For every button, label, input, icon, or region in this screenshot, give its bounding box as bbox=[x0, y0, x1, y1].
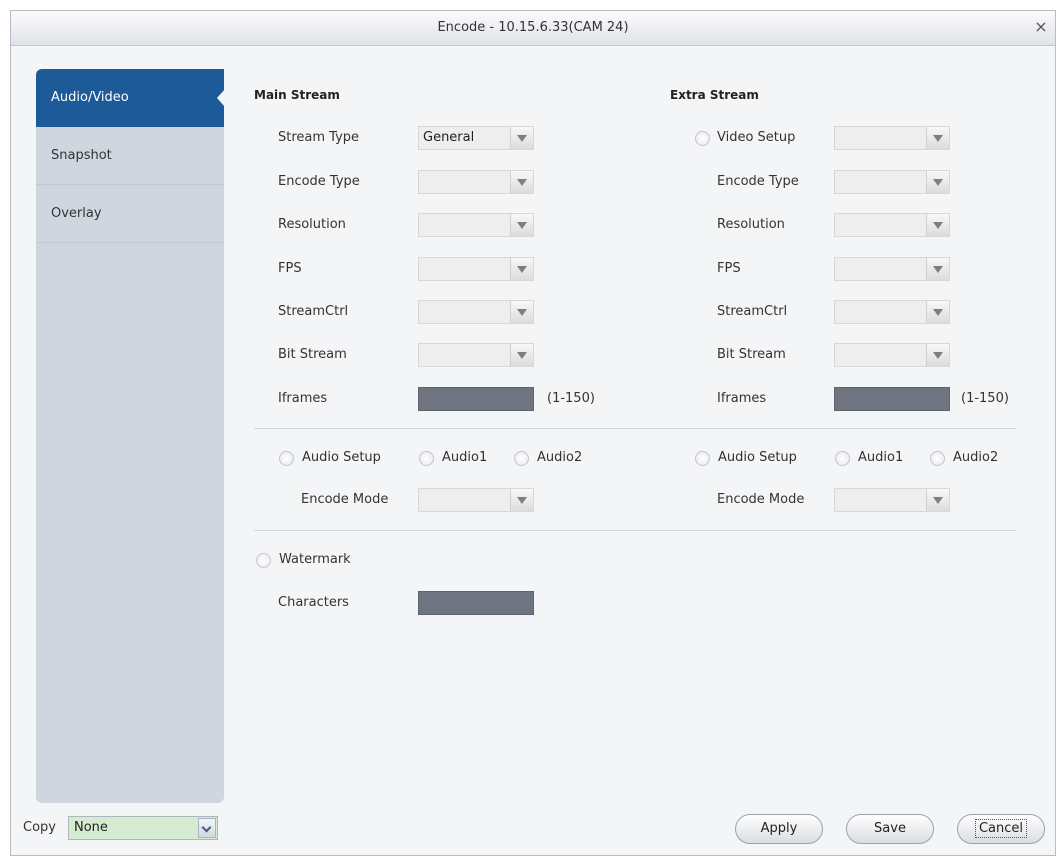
main-fps-select[interactable] bbox=[418, 257, 534, 281]
extra-video-setup-select[interactable] bbox=[834, 126, 950, 150]
main-bitstream-select[interactable] bbox=[418, 343, 534, 367]
main-encode-type-select[interactable] bbox=[418, 170, 534, 194]
extra-resolution-label: Resolution bbox=[717, 217, 785, 232]
cancel-button-label: Cancel bbox=[974, 819, 1028, 838]
extra-streamctrl-label: StreamCtrl bbox=[717, 304, 788, 319]
watermark-radio[interactable] bbox=[256, 553, 271, 568]
extra-video-setup-label: Video Setup bbox=[717, 130, 796, 145]
main-audio1-radio[interactable] bbox=[419, 451, 434, 466]
main-audio2-radio[interactable] bbox=[514, 451, 529, 466]
main-audio-setup-radio[interactable] bbox=[279, 451, 294, 466]
sidebar-item-snapshot[interactable]: Snapshot bbox=[36, 127, 224, 185]
main-audio2-label: Audio2 bbox=[537, 450, 583, 465]
main-stream-title: Main Stream bbox=[254, 88, 340, 102]
chevron-down-icon bbox=[926, 489, 949, 511]
characters-label: Characters bbox=[278, 595, 349, 610]
chevron-down-icon bbox=[926, 344, 949, 366]
extra-iframes-range: (1-150) bbox=[961, 391, 1009, 406]
chevron-down-icon bbox=[926, 258, 949, 280]
save-button[interactable]: Save bbox=[846, 814, 934, 844]
main-iframes-label: Iframes bbox=[278, 391, 328, 406]
extra-fps-select[interactable] bbox=[834, 257, 950, 281]
extra-encode-mode-label: Encode Mode bbox=[717, 492, 805, 507]
encode-dialog: Encode - 10.15.6.33(CAM 24) × Audio/Vide… bbox=[10, 10, 1056, 856]
chevron-down-icon bbox=[926, 171, 949, 193]
chevron-down-icon bbox=[510, 127, 533, 149]
extra-resolution-select[interactable] bbox=[834, 213, 950, 237]
sidebar-item-audio-video[interactable]: Audio/Video bbox=[36, 69, 225, 127]
extra-encode-type-label: Encode Type bbox=[717, 174, 799, 189]
main-iframes-range: (1-150) bbox=[547, 391, 595, 406]
extra-video-setup-radio[interactable] bbox=[695, 131, 710, 146]
apply-button[interactable]: Apply bbox=[735, 814, 823, 844]
main-stream-type-value: General bbox=[423, 130, 475, 145]
chevron-down-icon bbox=[926, 214, 949, 236]
extra-iframes-input[interactable] bbox=[834, 387, 950, 411]
chevron-down-icon bbox=[198, 818, 216, 838]
main-stream-type-label: Stream Type bbox=[278, 130, 360, 145]
extra-bitstream-label: Bit Stream bbox=[717, 347, 786, 362]
copy-label: Copy bbox=[23, 820, 56, 835]
chevron-down-icon bbox=[510, 214, 533, 236]
extra-audio2-radio[interactable] bbox=[930, 451, 945, 466]
chevron-down-icon bbox=[926, 301, 949, 323]
chevron-down-icon bbox=[510, 301, 533, 323]
chevron-down-icon bbox=[926, 127, 949, 149]
main-streamctrl-select[interactable] bbox=[418, 300, 534, 324]
extra-audio2-label: Audio2 bbox=[953, 450, 999, 465]
copy-value: None bbox=[74, 820, 108, 835]
extra-iframes-label: Iframes bbox=[717, 391, 767, 406]
main-audio1-label: Audio1 bbox=[442, 450, 488, 465]
extra-fps-label: FPS bbox=[717, 261, 741, 276]
divider bbox=[254, 530, 1016, 531]
extra-audio1-label: Audio1 bbox=[858, 450, 904, 465]
extra-bitstream-select[interactable] bbox=[834, 343, 950, 367]
extra-stream-title: Extra Stream bbox=[670, 88, 759, 102]
main-audio-setup-label: Audio Setup bbox=[302, 450, 381, 465]
sidebar: Audio/Video Snapshot Overlay bbox=[36, 69, 225, 803]
extra-encode-mode-select[interactable] bbox=[834, 488, 950, 512]
main-encode-mode-select[interactable] bbox=[418, 488, 534, 512]
extra-audio-setup-radio[interactable] bbox=[695, 451, 710, 466]
main-stream-type-select[interactable]: General bbox=[418, 126, 534, 150]
chevron-down-icon bbox=[510, 258, 533, 280]
chevron-down-icon bbox=[510, 171, 533, 193]
divider bbox=[254, 428, 1016, 429]
main-encode-type-label: Encode Type bbox=[278, 174, 360, 189]
extra-streamctrl-select[interactable] bbox=[834, 300, 950, 324]
title-bar: Encode - 10.15.6.33(CAM 24) × bbox=[11, 11, 1055, 46]
chevron-down-icon bbox=[510, 489, 533, 511]
main-resolution-label: Resolution bbox=[278, 217, 346, 232]
extra-encode-type-select[interactable] bbox=[834, 170, 950, 194]
main-iframes-input[interactable] bbox=[418, 387, 534, 411]
main-fps-label: FPS bbox=[278, 261, 302, 276]
main-encode-mode-label: Encode Mode bbox=[301, 492, 389, 507]
main-streamctrl-label: StreamCtrl bbox=[278, 304, 349, 319]
main-bitstream-label: Bit Stream bbox=[278, 347, 347, 362]
cancel-button[interactable]: Cancel bbox=[957, 814, 1045, 844]
main-resolution-select[interactable] bbox=[418, 213, 534, 237]
watermark-label: Watermark bbox=[279, 552, 351, 567]
dialog-title: Encode - 10.15.6.33(CAM 24) bbox=[437, 20, 629, 35]
sidebar-item-overlay[interactable]: Overlay bbox=[36, 185, 224, 243]
copy-select[interactable]: None bbox=[68, 816, 218, 840]
extra-audio-setup-label: Audio Setup bbox=[718, 450, 797, 465]
chevron-down-icon bbox=[510, 344, 533, 366]
close-icon[interactable]: × bbox=[1031, 17, 1051, 37]
extra-audio1-radio[interactable] bbox=[835, 451, 850, 466]
characters-input[interactable] bbox=[418, 591, 534, 615]
